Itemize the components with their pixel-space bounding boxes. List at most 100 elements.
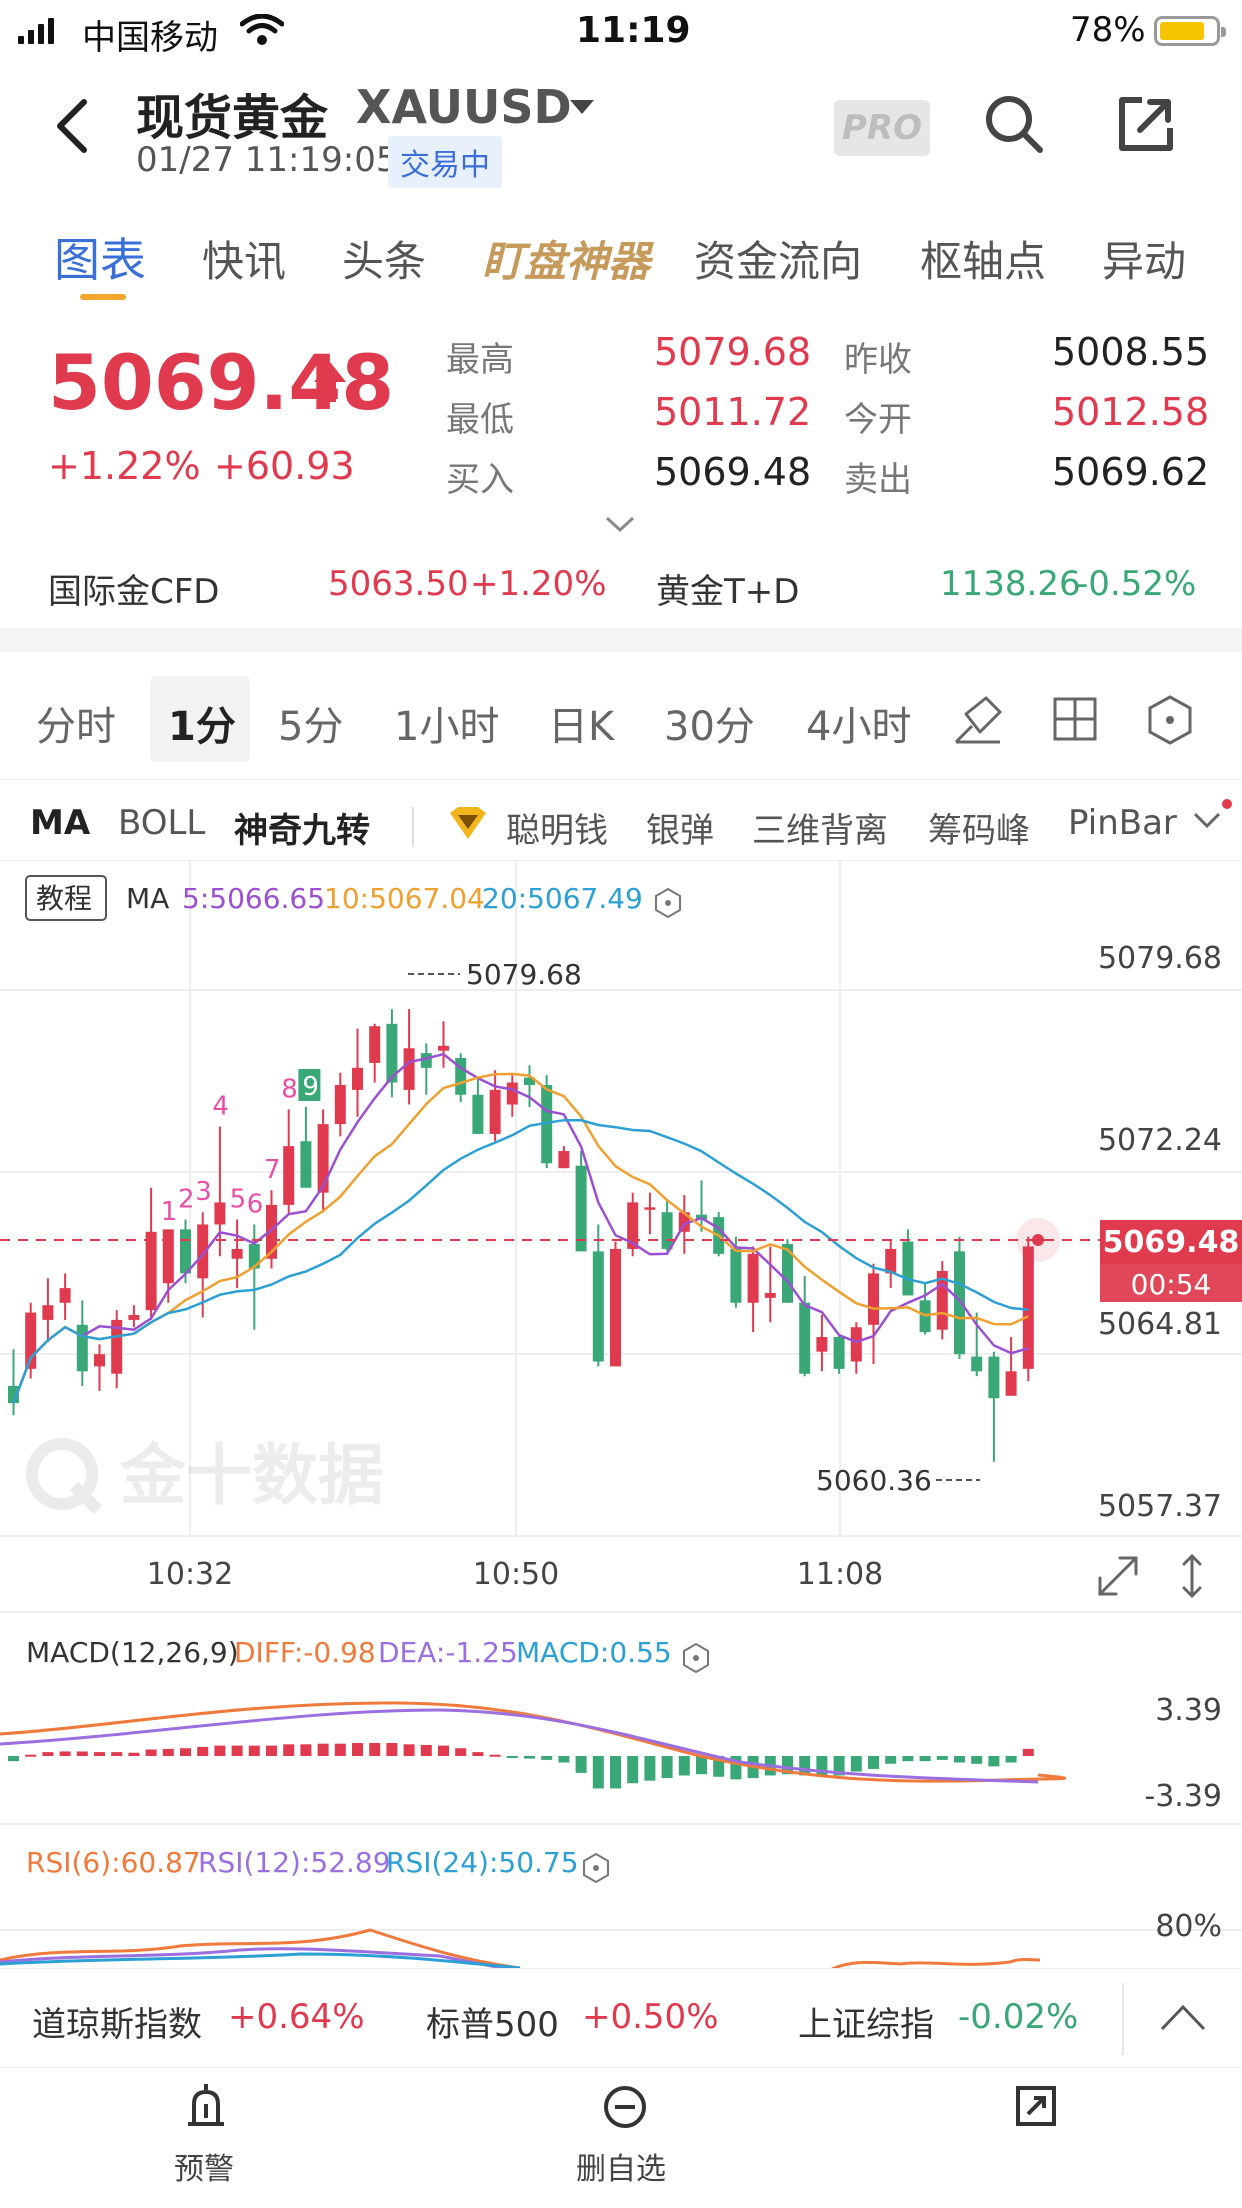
rsi6-legend: RSI(6):60.87 — [26, 1846, 201, 1879]
macd-bar — [524, 1756, 535, 1759]
high-marker-label: 5079.68 — [466, 958, 582, 991]
macd-value: MACD:0.55 — [516, 1636, 672, 1669]
alert-button[interactable]: 预警 — [156, 2084, 256, 2194]
search-icon[interactable] — [982, 92, 1046, 156]
y-tick-2: 5072.24 — [1098, 1123, 1222, 1158]
layout-grid-icon[interactable] — [1052, 696, 1098, 742]
index-dow-name[interactable]: 道琼斯指数 — [32, 1997, 202, 2046]
index-sp500-change: +0.50% — [582, 1997, 719, 2037]
related-price-cfd: 5063.50 — [328, 564, 469, 604]
period-1h[interactable]: 1小时 — [394, 694, 499, 752]
indicator-chip-peak[interactable]: 筹码峰 — [928, 803, 1030, 852]
stat-value-high: 5079.68 — [654, 330, 812, 374]
period-day[interactable]: 日K — [548, 694, 614, 752]
candle-body — [764, 1292, 776, 1298]
macd-bar — [575, 1756, 587, 1773]
candle-body — [403, 1048, 415, 1090]
macd-bar — [988, 1756, 1000, 1767]
remove-watchlist-button[interactable]: 删自选 — [570, 2084, 680, 2194]
kline-chart[interactable]: 金十数据 教程 MA 5:5066.65 10:5067.04 20:5067.… — [0, 860, 1242, 1970]
macd-bar — [283, 1744, 295, 1756]
indicator-nine-turns[interactable]: 神奇九转 — [234, 803, 370, 852]
related-change-td: -0.52% — [1076, 564, 1197, 604]
current-price-tag: 5069.48 — [1103, 1225, 1240, 1260]
tab-chart[interactable]: 图表 — [54, 224, 146, 290]
candle-body — [369, 1026, 381, 1063]
rsi-tick-80: 80% — [1155, 1909, 1222, 1944]
share-icon[interactable] — [1116, 94, 1176, 154]
indicator-more-chevron-icon[interactable] — [1192, 809, 1222, 831]
tab-movements[interactable]: 异动 — [1102, 228, 1186, 289]
candle-body — [334, 1084, 346, 1125]
macd-settings-icon[interactable] — [683, 1642, 709, 1674]
watermark-text: 金十数据 — [119, 1437, 384, 1514]
index-shanghai-name[interactable]: 上证综指 — [798, 1997, 934, 2046]
indicator-smart-money[interactable]: 聪明钱 — [506, 803, 608, 852]
period-4h[interactable]: 4小时 — [806, 694, 911, 752]
related-name-cfd[interactable]: 国际金CFD — [48, 564, 219, 613]
back-arrow-icon[interactable] — [52, 96, 92, 156]
macd-bar — [128, 1752, 140, 1756]
macd-dea-line — [0, 1708, 1039, 1784]
macd-bar — [541, 1756, 553, 1760]
low-marker-label: 5060.36 — [816, 1464, 932, 1497]
candle-body — [317, 1124, 329, 1193]
ma-settings-icon[interactable] — [655, 887, 681, 919]
fullscreen-icon[interactable] — [1098, 1556, 1138, 1596]
quote-datetime: 01/27 11:19:05 — [136, 140, 398, 180]
macd-bar — [954, 1756, 965, 1763]
indicator-silver-bullet[interactable]: 银弹 — [646, 803, 714, 852]
macd-bar — [25, 1754, 37, 1757]
tab-news-flash[interactable]: 快讯 — [202, 228, 286, 289]
rsi24-legend: RSI(24):50.75 — [386, 1846, 579, 1879]
status-bar: 中国移动 11:19 78% — [0, 0, 1242, 64]
macd-tick-bottom: -3.39 — [1144, 1779, 1222, 1814]
macd-bar — [214, 1745, 226, 1756]
vertical-scale-icon[interactable] — [1182, 1553, 1202, 1599]
pro-badge[interactable]: PRO — [834, 100, 930, 156]
indicator-boll[interactable]: BOLL — [118, 803, 205, 843]
period-1m[interactable]: 1分 — [168, 694, 236, 752]
nine-turn-count: 1 — [161, 1197, 178, 1227]
candle-body — [162, 1229, 174, 1284]
tab-pivot-points[interactable]: 枢轴点 — [920, 228, 1046, 289]
indicator-pinbar[interactable]: PinBar — [1068, 803, 1188, 843]
macd-tick-top: 3.39 — [1155, 1693, 1222, 1728]
instrument-symbol[interactable]: XAUUSD — [356, 80, 572, 134]
macd-bar — [936, 1756, 948, 1760]
x-tick-3: 11:08 — [797, 1557, 883, 1592]
quote-panel: 5069.48 +1.22% +60.93 最高 5079.68 最低 5011… — [0, 310, 1242, 613]
candle-body — [799, 1302, 811, 1374]
settings-hexagon-icon[interactable] — [1146, 694, 1194, 746]
rsi-settings-icon[interactable] — [583, 1852, 609, 1884]
dropdown-caret-icon[interactable] — [568, 98, 596, 118]
indicator-ma[interactable]: MA — [30, 803, 90, 843]
expand-chevron-icon[interactable] — [604, 514, 636, 534]
ma5-legend: 5:5066.65 — [182, 882, 325, 915]
macd-bar — [386, 1743, 398, 1756]
tutorial-button[interactable]: 教程 — [36, 882, 92, 915]
period-timeshare[interactable]: 分时 — [36, 694, 116, 752]
macd-bar — [472, 1752, 484, 1756]
candle-body — [661, 1212, 673, 1249]
tab-watch-tool[interactable]: 盯盘神器 — [482, 228, 650, 289]
y-tick-low: 5057.37 — [1098, 1489, 1222, 1524]
tab-capital-flow[interactable]: 资金流向 — [694, 228, 862, 289]
macd-diff: DIFF:-0.98 — [234, 1636, 376, 1669]
draw-tool-icon[interactable] — [952, 694, 1004, 746]
period-30m[interactable]: 30分 — [664, 694, 755, 752]
candle-body — [833, 1337, 845, 1369]
collapse-up-icon[interactable] — [1158, 2001, 1208, 2033]
related-name-td[interactable]: 黄金T+D — [656, 564, 799, 613]
index-sp500-name[interactable]: 标普500 — [426, 1997, 559, 2046]
period-5m[interactable]: 5分 — [278, 694, 343, 752]
macd-bar — [420, 1744, 432, 1756]
stat-value-prev-close: 5008.55 — [1052, 330, 1210, 374]
macd-bar — [438, 1745, 449, 1756]
tab-headlines[interactable]: 头条 — [342, 228, 426, 289]
indicator-3d-divergence[interactable]: 三维背离 — [752, 803, 888, 852]
candle-body — [850, 1327, 862, 1362]
macd-bar — [696, 1756, 707, 1775]
macd-bar — [334, 1743, 346, 1756]
share-action-button[interactable] — [1000, 2084, 1100, 2194]
